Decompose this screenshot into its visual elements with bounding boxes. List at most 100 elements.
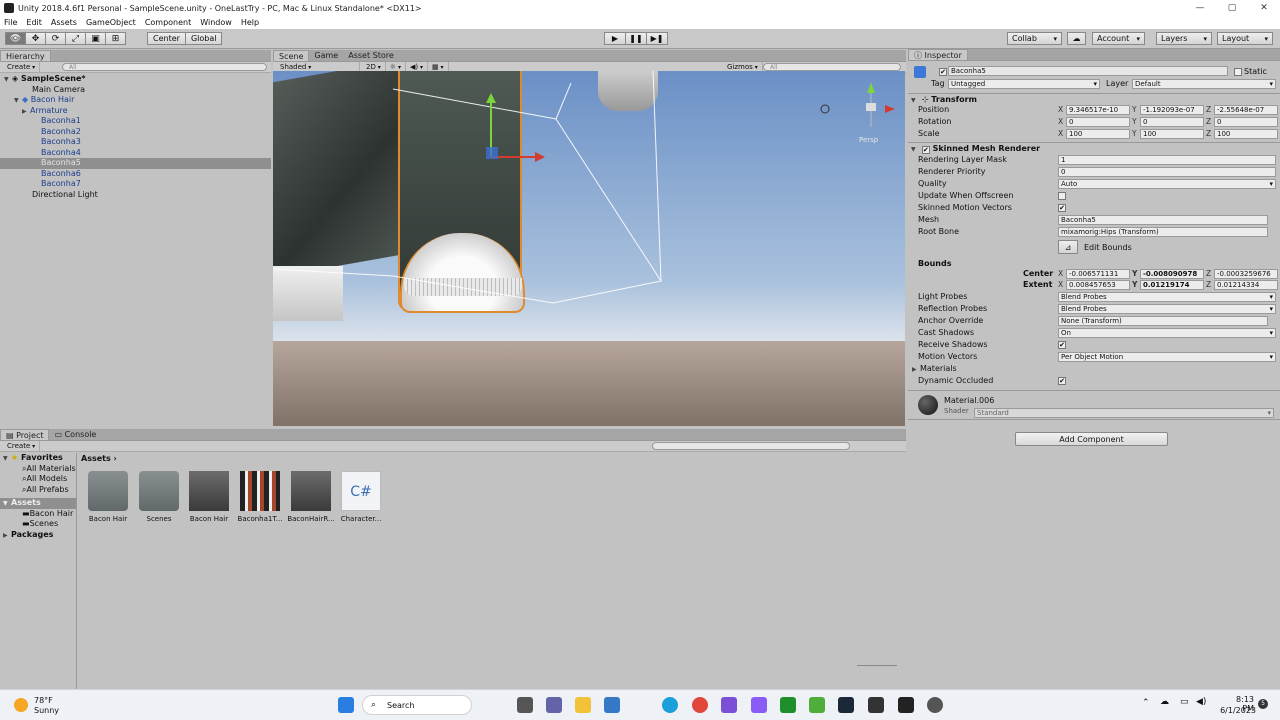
renderer-priority-field[interactable]: 0: [1058, 167, 1276, 177]
file-explorer-icon[interactable]: [575, 697, 591, 713]
skinned-mesh-renderer-header[interactable]: ▼ ✔ Skinned Mesh Renderer: [908, 142, 1280, 154]
store-icon[interactable]: [604, 697, 620, 713]
steam-icon[interactable]: [838, 697, 854, 713]
extent-y-field[interactable]: 0.01219174: [1140, 280, 1204, 290]
hierarchy-item-baconha7[interactable]: Baconha7: [0, 179, 271, 190]
rect-tool-icon[interactable]: ▣: [85, 32, 106, 45]
notification-badge[interactable]: 5: [1258, 699, 1268, 709]
add-component-button[interactable]: Add Component: [1015, 432, 1168, 446]
hierarchy-item-main-camera[interactable]: Main Camera: [0, 85, 271, 96]
obs-icon[interactable]: [927, 697, 943, 713]
extent-x-field[interactable]: 0.008457653: [1066, 280, 1130, 290]
pivot-global-button[interactable]: Global: [184, 32, 223, 45]
transform-tool-icon[interactable]: ⊞: [105, 32, 126, 45]
weather-desc[interactable]: Sunny: [34, 706, 59, 715]
layer-dropdown[interactable]: Default: [1132, 79, 1276, 89]
transform-header[interactable]: ▼ ⊹ Transform: [908, 93, 1280, 105]
unity-hub-icon[interactable]: [868, 697, 884, 713]
position-x-field[interactable]: 9.346517e-10: [1066, 105, 1130, 115]
hierarchy-item-baconha6[interactable]: Baconha6: [0, 169, 271, 180]
asset-baconhair-rig[interactable]: BaconHairR...: [287, 471, 335, 523]
fav-all-materials[interactable]: ⌕All Materials: [0, 464, 76, 475]
anchor-override-field[interactable]: None (Transform): [1058, 316, 1268, 326]
clock-date[interactable]: 6/1/2023: [1218, 706, 1256, 715]
static-checkbox[interactable]: [1234, 68, 1242, 76]
mesh-field[interactable]: Baconha5: [1058, 215, 1268, 225]
xbox-icon[interactable]: [780, 697, 796, 713]
maximize-button[interactable]: ▢: [1216, 0, 1248, 16]
fav-all-prefabs[interactable]: ⌕All Prefabs: [0, 485, 76, 496]
scene-viewport[interactable]: Persp: [273, 71, 905, 426]
minimize-button[interactable]: —: [1184, 0, 1216, 16]
unity-editor-icon[interactable]: [898, 697, 914, 713]
tab-scene[interactable]: Scene: [273, 50, 310, 61]
hierarchy-create-button[interactable]: Create: [3, 61, 41, 73]
account-dropdown[interactable]: Account: [1092, 32, 1145, 45]
assets-breadcrumb[interactable]: Assets ›: [81, 453, 117, 464]
hierarchy-search-input[interactable]: All: [62, 63, 267, 71]
pause-button[interactable]: ❚❚: [625, 32, 647, 45]
chevron-up-icon[interactable]: ⌃: [1142, 698, 1150, 708]
close-button[interactable]: ✕: [1248, 0, 1280, 16]
hierarchy-item-baconha3[interactable]: Baconha3: [0, 137, 271, 148]
materials-foldout[interactable]: ▶ Materials: [912, 363, 957, 374]
hierarchy-item-baconha5[interactable]: Baconha5: [0, 158, 271, 169]
rotation-z-field[interactable]: 0: [1214, 117, 1278, 127]
scene-search-input[interactable]: All: [763, 63, 901, 71]
object-name-field[interactable]: Baconha5: [948, 66, 1228, 76]
dynamic-occluded-checkbox[interactable]: ✔: [1058, 377, 1066, 385]
pivot-center-button[interactable]: Center: [147, 32, 186, 45]
tab-console[interactable]: ▭ Console: [49, 429, 101, 440]
rotation-y-field[interactable]: 0: [1140, 117, 1204, 127]
position-z-field[interactable]: -2.55648e-07: [1214, 105, 1278, 115]
asset-bacon-hair-model[interactable]: Bacon Hair: [185, 471, 233, 523]
fav-all-models[interactable]: ⌕All Models: [0, 474, 76, 485]
hierarchy-item-bacon-hair[interactable]: ▼ ◆ Bacon Hair: [0, 95, 271, 106]
expand-arrow-icon[interactable]: ▼: [3, 454, 11, 465]
menu-gameobject[interactable]: GameObject: [86, 18, 136, 27]
taskbar-search[interactable]: ⌕ Search: [362, 695, 472, 715]
hierarchy-item-baconha2[interactable]: Baconha2: [0, 127, 271, 138]
weather-temp[interactable]: 78°F: [34, 696, 53, 705]
discord-icon[interactable]: [751, 697, 767, 713]
collapse-arrow-icon[interactable]: ▶: [3, 531, 11, 542]
collab-dropdown[interactable]: Collab: [1007, 32, 1062, 45]
edit-bounds-icon[interactable]: ⊿: [1058, 240, 1078, 254]
light-probes-dropdown[interactable]: Blend Probes: [1058, 292, 1276, 302]
extent-z-field[interactable]: 0.01214334: [1214, 280, 1278, 290]
smr-enabled-checkbox[interactable]: ✔: [921, 146, 930, 154]
material-name[interactable]: Material.006: [944, 395, 994, 406]
root-bone-field[interactable]: mixamorig:Hips (Transform): [1058, 227, 1268, 237]
cloud-icon[interactable]: ☁: [1067, 32, 1086, 45]
update-offscreen-checkbox[interactable]: [1058, 192, 1066, 200]
folder-scenes[interactable]: ▬Scenes: [0, 519, 76, 530]
position-y-field[interactable]: -1.192093e-07: [1140, 105, 1204, 115]
tag-dropdown[interactable]: Untagged: [948, 79, 1100, 89]
chrome-icon[interactable]: [692, 697, 708, 713]
layers-dropdown[interactable]: Layers: [1156, 32, 1212, 45]
menu-help[interactable]: Help: [241, 18, 259, 27]
perspective-label[interactable]: Persp: [859, 136, 878, 144]
receive-shadows-checkbox[interactable]: ✔: [1058, 341, 1066, 349]
center-x-field[interactable]: -0.006571131: [1066, 269, 1130, 279]
expand-arrow-icon[interactable]: ▼: [3, 499, 11, 510]
center-y-field[interactable]: -0.008090978: [1140, 269, 1204, 279]
motion-vectors-dropdown[interactable]: Per Object Motion: [1058, 352, 1276, 362]
menu-window[interactable]: Window: [200, 18, 232, 27]
scale-z-field[interactable]: 100: [1214, 129, 1278, 139]
menu-assets[interactable]: Assets: [51, 18, 77, 27]
rotation-x-field[interactable]: 0: [1066, 117, 1130, 127]
menu-edit[interactable]: Edit: [26, 18, 42, 27]
hierarchy-item-armature[interactable]: ▶ Armature: [0, 106, 271, 117]
tab-inspector[interactable]: ⓘ Inspector: [908, 49, 968, 60]
asset-bacon-hair-folder[interactable]: Bacon Hair: [84, 471, 132, 523]
rendering-layer-mask-field[interactable]: 1: [1058, 155, 1276, 165]
skinned-motion-vectors-checkbox[interactable]: ✔: [1058, 204, 1066, 212]
packages-row[interactable]: ▶ Packages: [0, 530, 76, 541]
menu-component[interactable]: Component: [145, 18, 191, 27]
tab-asset-store[interactable]: Asset Store: [343, 50, 399, 61]
layout-dropdown[interactable]: Layout: [1217, 32, 1273, 45]
folder-bacon-hair[interactable]: ▬Bacon Hair: [0, 509, 76, 520]
task-view-icon[interactable]: [517, 697, 533, 713]
onedrive-icon[interactable]: ☁: [1160, 697, 1169, 707]
